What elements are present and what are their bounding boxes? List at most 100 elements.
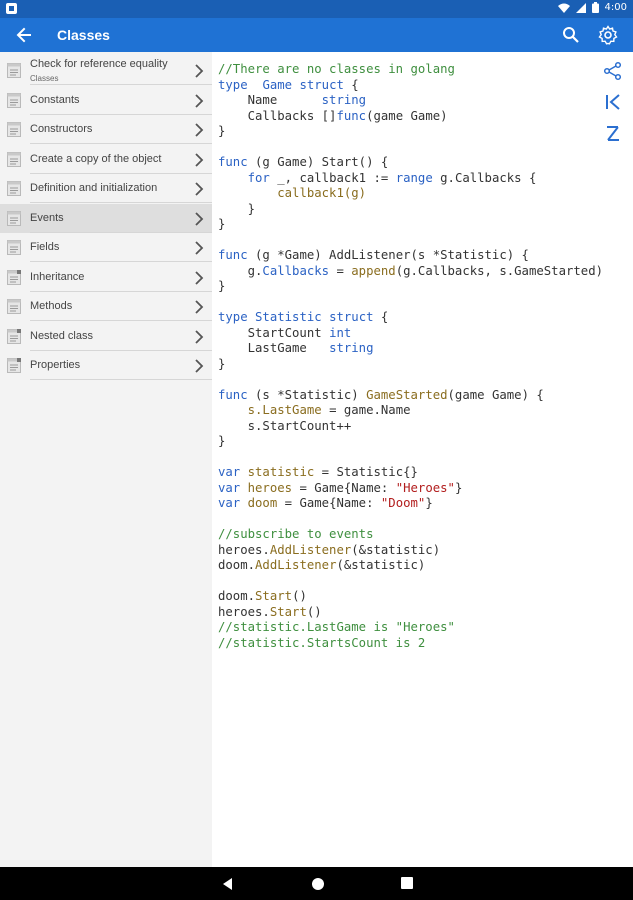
code-token: } — [425, 496, 433, 510]
app-bar: Classes — [0, 18, 633, 52]
code-token: //subscribe to events — [218, 527, 374, 541]
code-line: func (s *Statistic) GameStarted(game Gam… — [218, 388, 603, 404]
share-icon[interactable] — [602, 60, 624, 82]
code-token: "Doom" — [380, 496, 426, 510]
skip-first-icon[interactable] — [602, 91, 624, 113]
sidebar-item-label: Create a copy of the object — [30, 152, 162, 165]
status-bar: 4:00 — [0, 0, 633, 18]
code-token: } — [454, 480, 463, 495]
code-token: (&statistic) — [351, 542, 441, 557]
code-token: s.LastGame — [247, 403, 322, 417]
sort-icon[interactable] — [602, 123, 624, 145]
code-token: { — [373, 310, 389, 324]
chevron-right-icon — [195, 329, 204, 344]
code-token: type — [218, 310, 248, 324]
document-icon — [7, 122, 21, 137]
code-token: = Game{Name: — [292, 480, 396, 495]
code-line: callback1(g) — [218, 186, 603, 202]
code-token: { — [343, 77, 359, 92]
nav-home-icon[interactable] — [311, 877, 325, 891]
code-line: //statistic.LastGame is "Heroes" — [218, 620, 603, 636]
code-line: type Game struct { — [218, 78, 603, 94]
chevron-right-icon — [195, 64, 204, 78]
code-token: (game Game) — [366, 108, 448, 123]
document-icon — [7, 63, 21, 78]
code-token: string — [321, 93, 367, 107]
code-token: (s *Statistic) — [247, 387, 367, 402]
gear-icon[interactable] — [598, 25, 618, 45]
code-line: } — [218, 124, 603, 140]
document-icon — [7, 151, 21, 167]
divider — [30, 379, 212, 380]
search-icon[interactable] — [562, 26, 580, 44]
sidebar-item-fields[interactable]: Fields — [0, 233, 212, 262]
code-token: callback1(g) — [277, 186, 367, 200]
chevron-right-icon — [195, 241, 204, 255]
locked-document-icon — [7, 269, 21, 285]
code-line: heroes.AddListener(&statistic) — [218, 543, 603, 559]
code-token: //statistic.LastGame is "Heroes" — [218, 620, 455, 634]
code-token: (g *Game) AddListener(s *Statistic) { — [247, 248, 529, 262]
sidebar-item-label: Constructors — [30, 123, 93, 135]
code-token: string — [329, 341, 374, 355]
code-line: Name string — [218, 93, 603, 109]
code-line: func (g *Game) AddListener(s *Statistic)… — [218, 248, 603, 264]
document-icon — [7, 210, 21, 226]
code-token: var — [218, 496, 241, 510]
code-line: doom.AddListener(&statistic) — [218, 558, 603, 574]
code-line: Callbacks []func(game Game) — [218, 109, 603, 125]
sidebar-item-label: Methods — [30, 300, 73, 312]
code-line: g.Callbacks = append(g.Callbacks, s.Game… — [218, 264, 603, 280]
nav-recents-icon[interactable] — [401, 877, 413, 889]
code-line: s.LastGame = game.Name — [218, 403, 603, 419]
sidebar-item-label: Inheritance — [30, 270, 85, 283]
arrow-back-icon[interactable] — [14, 25, 34, 45]
chevron-right-icon — [195, 123, 204, 137]
sidebar-item-label: Check for reference equality — [30, 58, 168, 70]
code-line: } — [218, 279, 603, 295]
code-line: var statistic = Statistic{} — [218, 465, 603, 481]
code-token: //There are no classes in golang — [218, 62, 455, 76]
code-token: LastGame — [218, 341, 330, 355]
code-token: heroes. — [218, 604, 270, 619]
code-token: range — [395, 170, 433, 185]
code-token: (g Game) Start() { — [247, 155, 389, 169]
sidebar-item-label: Fields — [30, 241, 60, 253]
sidebar-item-constructors[interactable]: Constructors — [0, 115, 212, 144]
code-token: for — [247, 170, 270, 185]
code-token: Start — [255, 589, 293, 603]
sidebar-item-events[interactable]: Events — [0, 203, 212, 233]
code-token: } — [218, 124, 226, 138]
code-token: } — [218, 201, 256, 216]
wifi-icon — [557, 3, 570, 13]
locked-document-icon — [7, 328, 21, 344]
chevron-right-icon — [195, 359, 204, 373]
sidebar-item-methods[interactable]: Methods — [0, 292, 212, 321]
nav-back-icon[interactable] — [221, 877, 235, 891]
code-token: struct — [329, 310, 374, 324]
code-token: Game — [262, 77, 293, 92]
sidebar-item-definition-and-initialization[interactable]: Definition and initialization — [0, 174, 212, 203]
code-token: } — [218, 434, 226, 448]
chevron-right-icon — [195, 152, 204, 167]
sidebar-item-constants[interactable]: Constants — [0, 86, 212, 115]
sidebar-item-create-a-copy-of-the-object[interactable]: Create a copy of the object — [0, 145, 212, 174]
sidebar-item-nested-class[interactable]: Nested class — [0, 322, 212, 351]
sidebar-item-check-for-reference-equality[interactable]: Check for reference equality Classes — [0, 56, 212, 85]
sidebar-item-properties[interactable]: Properties — [0, 351, 212, 380]
sidebar-item-inheritance[interactable]: Inheritance — [0, 263, 212, 292]
code-token: type — [218, 77, 248, 92]
code-line: heroes.Start() — [218, 605, 603, 621]
code-token: doom. — [218, 589, 256, 603]
chevron-right-icon — [195, 300, 204, 314]
